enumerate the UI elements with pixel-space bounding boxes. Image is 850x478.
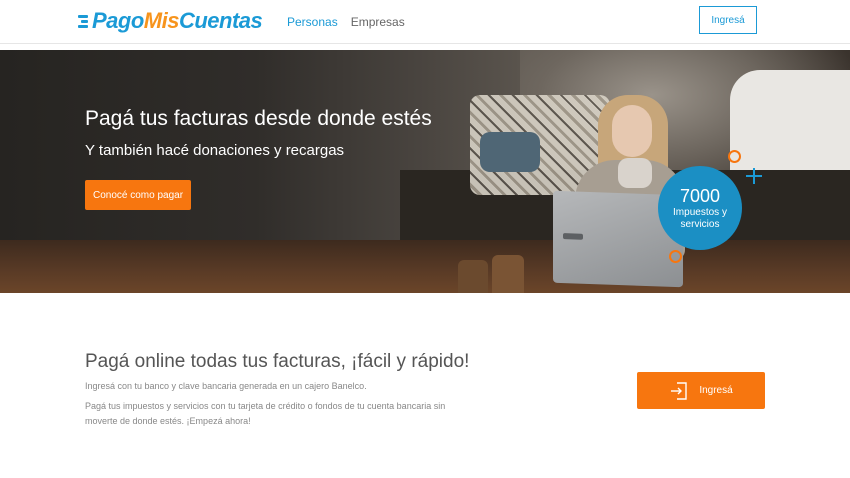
logo-text: PagoMisCuentas: [92, 8, 263, 33]
main-nav: Personas Empresas: [287, 15, 405, 29]
section-paragraph-1: Ingresá con tu banco y clave bancaria ge…: [85, 381, 367, 391]
hero-photo-floor: [0, 240, 850, 293]
hero-photo-boot-right: [492, 255, 524, 293]
stat-badge: 7000 Impuestos y servicios: [658, 166, 742, 250]
hero-photo-jeans: [480, 132, 540, 172]
nav-empresas[interactable]: Empresas: [351, 15, 405, 29]
ring-icon: [669, 250, 682, 263]
hero-banner: [0, 50, 850, 293]
main-login-label: Ingresá: [699, 385, 733, 396]
header-login-button[interactable]: Ingresá: [699, 6, 757, 34]
ring-icon: [728, 150, 741, 163]
section-paragraph-2: Pagá tus impuestos y servicios con tu ta…: [85, 401, 446, 426]
hero-photo-boot-left: [458, 260, 488, 293]
plus-icon: [746, 168, 762, 184]
logo-mark-icon: [78, 13, 90, 29]
stat-label: Impuestos y servicios: [673, 207, 727, 230]
hero-subtitle: Y también hacé donaciones y recargas: [85, 142, 345, 159]
stat-number: 7000: [679, 186, 721, 206]
login-arrow-icon: [671, 381, 688, 400]
hero-photo-scarf: [618, 158, 652, 188]
hero-photo-woman-face: [612, 105, 652, 157]
hero-cta-button[interactable]: Conocé como pagar: [85, 180, 191, 210]
main-login-button[interactable]: Ingresá: [637, 372, 765, 409]
laptop-logo-icon: [563, 233, 583, 240]
section-title: Pagá online todas tus facturas, ¡fácil y…: [85, 351, 470, 372]
hero-title: Pagá tus facturas desde donde estés: [85, 107, 432, 130]
top-header: PagoMisCuentas Personas Empresas Ingresá: [0, 0, 850, 44]
nav-personas[interactable]: Personas: [287, 15, 338, 29]
pagomiscuentas-logo[interactable]: PagoMisCuentas: [78, 8, 263, 34]
